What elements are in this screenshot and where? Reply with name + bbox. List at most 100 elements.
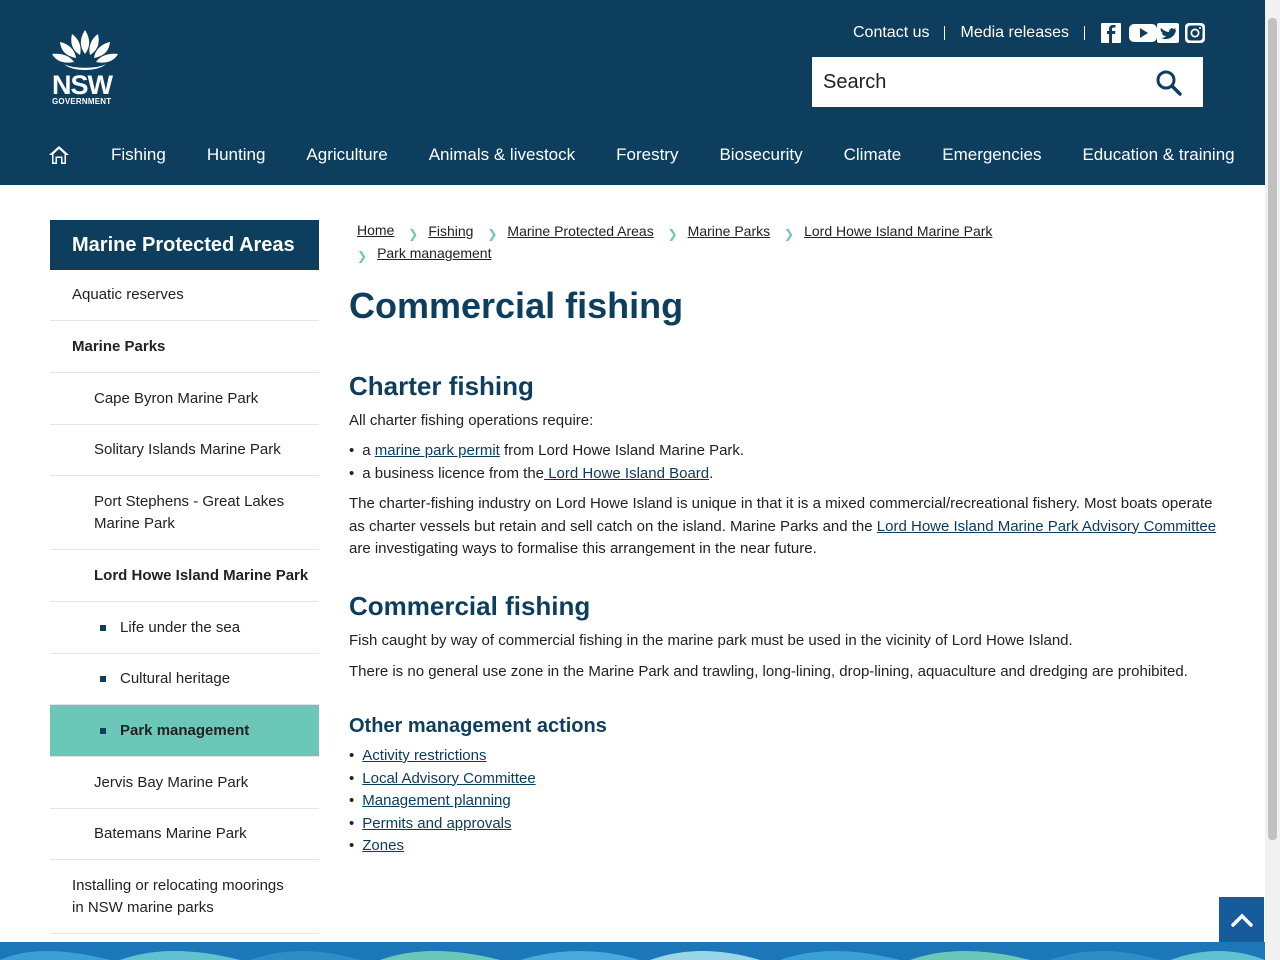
breadcrumb-home-link[interactable]: Home — [357, 220, 394, 241]
logo-text: NSW — [52, 70, 113, 100]
breadcrumb-item: ❯ Marine Protected Areas — [487, 221, 653, 242]
sidebar-item-label: Marine Parks — [72, 337, 166, 355]
sidebar-nav: Marine Protected Areas Aquatic reserves … — [50, 220, 319, 934]
sidebar-item-aquatic-reserves[interactable]: Aquatic reserves — [50, 270, 319, 321]
scrollbar-thumb[interactable] — [1268, 18, 1277, 840]
facebook-icon[interactable] — [1100, 22, 1122, 44]
nav-hunting[interactable]: Hunting — [207, 145, 266, 165]
chevron-right-icon: ❯ — [487, 227, 498, 241]
zones-link[interactable]: Zones — [362, 837, 404, 854]
chevron-right-icon: ❯ — [408, 227, 419, 241]
nav-emergencies[interactable]: Emergencies — [942, 145, 1041, 165]
breadcrumb-fishing-link[interactable]: Fishing — [428, 221, 473, 242]
breadcrumb-item: ❯ Lord Howe Island Marine Park — [784, 221, 992, 242]
nav-education-training[interactable]: Education & training — [1082, 145, 1234, 165]
sidebar-item-label: Solitary Islands Marine Park — [94, 441, 281, 458]
nav-fishing[interactable]: Fishing — [111, 145, 166, 165]
social-links — [1100, 22, 1206, 44]
chevron-right-icon: ❯ — [784, 227, 795, 241]
list-item: Zones — [349, 835, 536, 858]
bullet-icon — [100, 676, 106, 682]
sidebar-item-label: Installing or relocating moorings in NSW… — [72, 876, 284, 916]
sidebar-item-solitary-islands[interactable]: Solitary Islands Marine Park — [50, 425, 319, 476]
sidebar-title[interactable]: Marine Protected Areas — [50, 220, 319, 270]
sidebar-item-park-management[interactable]: Park management — [50, 705, 319, 757]
list-item: Local Advisory Committee — [349, 768, 535, 791]
charter-requirements-list: a marine park permit from Lord Howe Isla… — [349, 440, 744, 485]
list-item: Activity restrictions — [349, 745, 536, 768]
sidebar-item-cultural-heritage[interactable]: Cultural heritage — [50, 654, 319, 705]
footer-pattern — [0, 942, 1265, 960]
chevron-up-icon — [1230, 913, 1253, 927]
management-planning-link[interactable]: Management planning — [362, 792, 510, 809]
instagram-icon[interactable] — [1184, 22, 1206, 44]
charter-paragraph: The charter-fishing industry on Lord How… — [349, 493, 1217, 561]
sidebar-item-jervis-bay[interactable]: Jervis Bay Marine Park — [50, 757, 319, 809]
other-actions-heading: Other management actions — [349, 715, 607, 737]
activity-restrictions-link[interactable]: Activity restrictions — [362, 747, 486, 764]
breadcrumb-lord-howe-link[interactable]: Lord Howe Island Marine Park — [804, 221, 992, 242]
sidebar-item-marine-parks[interactable]: Marine Parks — [50, 321, 319, 373]
nav-biosecurity[interactable]: Biosecurity — [719, 145, 802, 165]
sidebar-item-port-stephens[interactable]: Port Stephens - Great Lakes Marine Park — [50, 476, 319, 550]
sidebar-item-life-under-sea[interactable]: Life under the sea — [50, 602, 319, 654]
marine-park-permit-link[interactable]: marine park permit — [375, 442, 500, 459]
nav-animals-livestock[interactable]: Animals & livestock — [429, 145, 575, 165]
main-nav: Fishing Hunting Agriculture Animals & li… — [48, 138, 1235, 172]
text: from Lord Howe Island Marine Park. — [499, 442, 745, 459]
breadcrumb-item: ❯ Marine Parks — [668, 221, 771, 242]
page-scrollbar[interactable] — [1265, 0, 1280, 960]
sidebar-item-label: Aquatic reserves — [72, 286, 184, 303]
media-releases-link[interactable]: Media releases — [960, 24, 1069, 42]
breadcrumb-park-management-link[interactable]: Park management — [377, 243, 491, 264]
home-icon[interactable] — [48, 144, 70, 166]
text: a — [362, 442, 375, 459]
divider — [1083, 26, 1085, 40]
breadcrumb-item: ❯ Park management — [357, 243, 491, 264]
logo-subtext: GOVERNMENT — [52, 97, 112, 106]
sidebar-item-label: Port Stephens - Great Lakes Marine Park — [94, 492, 285, 532]
charter-fishing-heading: Charter fishing — [349, 371, 534, 401]
sidebar-item-label: Life under the sea — [120, 618, 241, 636]
commercial-paragraph-2: There is no general use zone in the Mari… — [349, 663, 1188, 680]
bullet-icon — [100, 727, 106, 734]
local-advisory-committee-link[interactable]: Local Advisory Committee — [362, 770, 535, 787]
youtube-icon[interactable] — [1128, 22, 1157, 44]
search-icon[interactable] — [1155, 69, 1183, 97]
commercial-fishing-heading: Commercial fishing — [349, 591, 591, 621]
breadcrumb-item: Home — [357, 220, 394, 241]
sidebar-item-cape-byron[interactable]: Cape Byron Marine Park — [50, 373, 319, 425]
advisory-committee-link[interactable]: Lord Howe Island Marine Park Advisory Co… — [877, 518, 1216, 535]
sidebar-item-lord-howe[interactable]: Lord Howe Island Marine Park — [50, 550, 319, 602]
sidebar-item-moorings[interactable]: Installing or relocating moorings in NSW… — [50, 860, 319, 934]
back-to-top-button[interactable] — [1219, 897, 1264, 942]
breadcrumb-item: ❯ Fishing — [408, 221, 473, 242]
chevron-right-icon: ❯ — [667, 227, 678, 241]
other-actions-list: Activity restrictions Local Advisory Com… — [349, 745, 536, 858]
list-item: a business licence from the Lord Howe Is… — [349, 463, 744, 486]
sidebar-item-label: Batemans Marine Park — [94, 825, 247, 842]
utility-nav: Contact us Media releases — [853, 22, 1206, 44]
page-title: Commercial fishing — [349, 285, 684, 326]
text: are investigating ways to formalise this… — [349, 540, 817, 557]
lord-howe-island-board-link[interactable]: Lord Howe Island Board — [544, 465, 709, 482]
sidebar-item-label: Lord Howe Island Marine Park — [94, 566, 309, 584]
search-input[interactable] — [812, 70, 1142, 94]
sidebar-item-label: Cape Byron Marine Park — [94, 389, 259, 407]
list-item: Permits and approvals — [349, 813, 536, 836]
sidebar-item-label: Jervis Bay Marine Park — [94, 773, 249, 791]
nav-forestry[interactable]: Forestry — [616, 145, 678, 165]
contact-us-link[interactable]: Contact us — [853, 24, 929, 42]
main-content: Home ❯ Fishing ❯ Marine Protected Areas ❯ M… — [349, 220, 1219, 854]
breadcrumb-mpa-link[interactable]: Marine Protected Areas — [507, 221, 653, 242]
text: a business licence from the — [362, 464, 545, 482]
breadcrumb-marine-parks-link[interactable]: Marine Parks — [688, 221, 770, 242]
nav-climate[interactable]: Climate — [844, 145, 902, 165]
nav-agriculture[interactable]: Agriculture — [306, 145, 387, 165]
commercial-paragraph-1: Fish caught by way of commercial fishing… — [349, 632, 1073, 649]
twitter-icon[interactable] — [1156, 22, 1179, 44]
permits-approvals-link[interactable]: Permits and approvals — [362, 815, 511, 832]
bullet-icon — [100, 624, 106, 631]
sidebar-item-batemans[interactable]: Batemans Marine Park — [50, 809, 319, 860]
chevron-right-icon: ❯ — [357, 249, 368, 263]
